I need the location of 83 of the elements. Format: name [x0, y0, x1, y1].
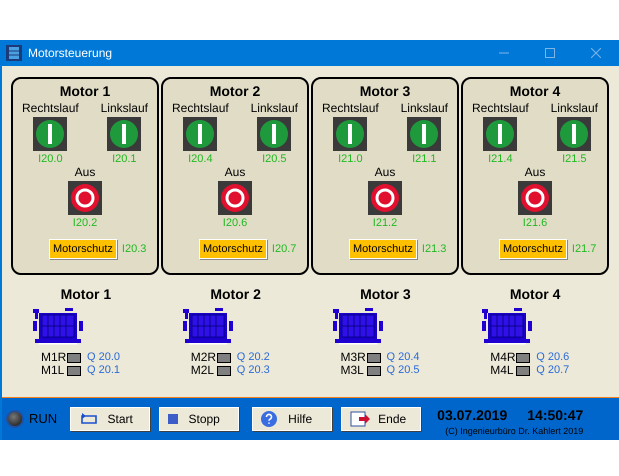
button-label: Aus: [374, 164, 396, 180]
button-label: Linkslauf: [250, 100, 298, 116]
panel-title: Motor 3: [360, 82, 410, 100]
input-address: I21.2: [372, 216, 398, 230]
on-push-button[interactable]: [33, 117, 68, 151]
motor-title: Motor 4: [510, 285, 560, 303]
input-address: I21.4: [488, 152, 513, 166]
off-push-button[interactable]: [368, 181, 402, 215]
exit-icon: [350, 411, 372, 427]
input-address: I21.5: [562, 152, 587, 166]
output-address: Q 20.4: [386, 351, 420, 364]
button-label: Rechtslauf: [172, 100, 229, 116]
panel-title: Motor 4: [510, 82, 560, 100]
input-address: I21.3: [422, 242, 446, 257]
on-push-button[interactable]: [407, 117, 442, 151]
panel-title: Motor 2: [210, 82, 260, 100]
input-address: I21.7: [572, 242, 596, 257]
input-address: I20.3: [122, 242, 146, 257]
button-label: Aus: [224, 164, 246, 180]
button-label: Rechtslauf: [322, 100, 379, 116]
button-label: Linkslauf: [100, 100, 148, 116]
button-label: Linkslauf: [400, 100, 448, 116]
maximize-icon: [545, 48, 555, 58]
off-push-button[interactable]: [518, 181, 552, 215]
button-label: Aus: [524, 164, 546, 180]
toolbar-button[interactable]: Ende: [341, 407, 422, 431]
on-push-button[interactable]: [333, 117, 368, 151]
on-push-button[interactable]: [483, 117, 518, 151]
on-push-button[interactable]: [257, 117, 292, 151]
input-address: I20.5: [262, 152, 287, 166]
output-label: M4L: [490, 364, 515, 377]
output-address: Q 20.5: [386, 364, 420, 377]
motor-title: Motor 1: [60, 285, 112, 303]
output-address: Q 20.3: [236, 364, 270, 377]
close-icon: [591, 48, 601, 58]
copyright-text: (C) Ingenieurbüro Dr. Kahlert 2019: [445, 426, 584, 436]
output-address: Q 20.2: [236, 351, 270, 364]
output-label: M2R: [190, 351, 217, 364]
motor-title: Motor 2: [210, 285, 261, 303]
output-label: M3L: [340, 364, 365, 377]
motor-title: Motor 3: [360, 285, 411, 303]
input-address: I21.1: [412, 152, 437, 166]
on-push-button[interactable]: [183, 117, 218, 151]
button-label: Linkslauf: [550, 100, 598, 116]
motorschutz-button[interactable]: Motorschutz: [49, 239, 117, 259]
input-address: I21.0: [338, 152, 363, 166]
output-label: M4R: [490, 351, 516, 364]
input-address: I20.2: [72, 216, 98, 230]
on-push-button[interactable]: [107, 117, 142, 151]
output-label: M2L: [190, 364, 216, 377]
output-label: M1R: [41, 351, 67, 364]
motorschutz-button[interactable]: Motorschutz: [349, 239, 417, 259]
date-display: 03.07.2019: [437, 406, 508, 424]
output-address: Q 20.0: [87, 351, 120, 364]
on-push-button[interactable]: [557, 117, 592, 151]
input-address: I20.4: [188, 152, 213, 166]
input-address: I20.1: [112, 152, 137, 166]
motorschutz-button[interactable]: Motorschutz: [199, 239, 267, 259]
motorschutz-button[interactable]: Motorschutz: [499, 239, 567, 259]
input-address: I20.0: [38, 152, 63, 166]
input-address: I20.7: [272, 242, 296, 257]
output-address: Q 20.7: [536, 364, 570, 377]
time-display: 14:50:47: [527, 406, 584, 424]
output-address: Q 20.6: [536, 351, 570, 364]
stop-icon: [168, 414, 178, 424]
output-label: M1L: [41, 364, 66, 377]
panel-title: Motor 1: [60, 82, 110, 100]
input-address: I20.6: [222, 216, 248, 230]
run-label: RUN: [29, 410, 58, 428]
help-icon: [261, 411, 278, 427]
input-address: I21.6: [522, 216, 548, 230]
toolbar-button[interactable]: Hilfe: [252, 407, 332, 431]
output-label: M3R: [340, 351, 366, 364]
button-label: Rechtslauf: [472, 100, 529, 116]
window-title: Motorsteuerung: [28, 45, 112, 62]
toolbar-button[interactable]: Start: [70, 407, 150, 431]
button-label: Rechtslauf: [22, 100, 79, 116]
output-address: Q 20.1: [87, 364, 120, 377]
toolbar-button[interactable]: Stopp: [159, 407, 240, 431]
off-push-button[interactable]: [68, 181, 102, 215]
button-label: Aus: [74, 164, 96, 180]
off-push-button[interactable]: [218, 181, 252, 215]
app-icon: [6, 45, 22, 61]
